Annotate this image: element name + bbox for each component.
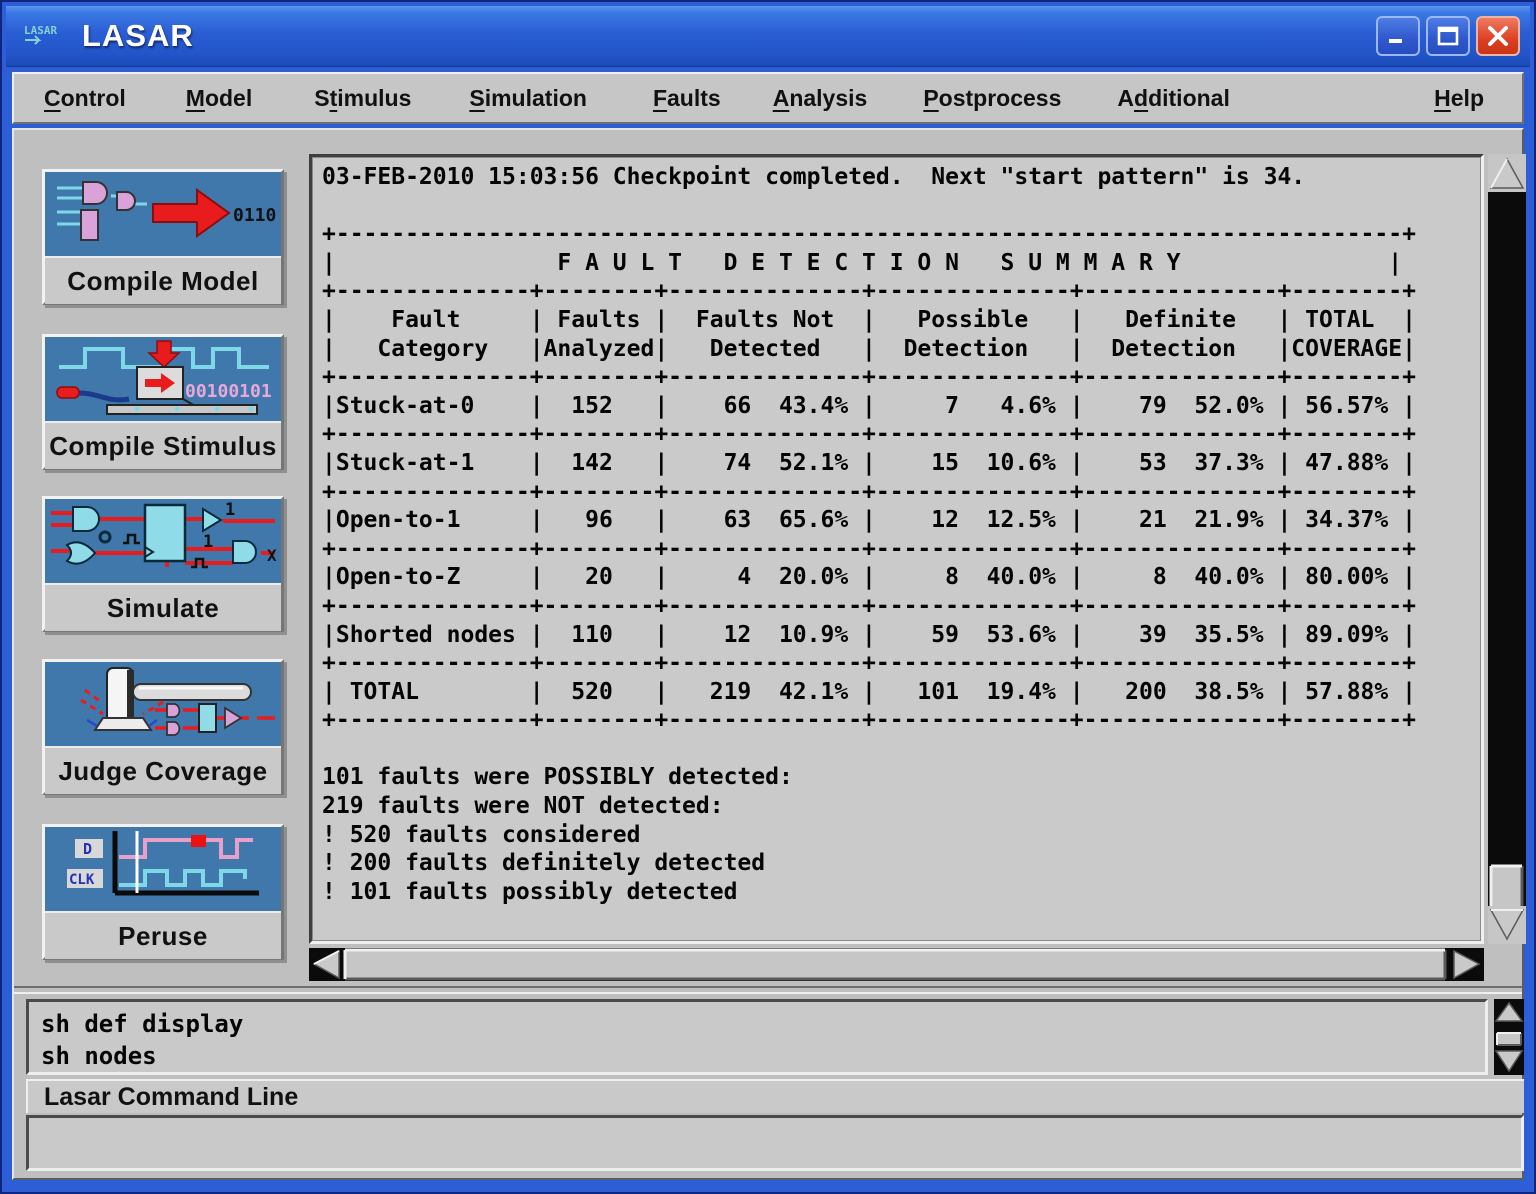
minimize-icon: [1385, 25, 1411, 47]
menu-label-post: nalysis: [789, 85, 867, 111]
menu-label-pre: A: [1117, 85, 1134, 111]
menu-label-key: C: [44, 85, 61, 111]
menu-label-post: ostprocess: [939, 85, 1062, 111]
menu-label-post: imulation: [485, 85, 587, 111]
scroll-thumb: [1497, 1033, 1521, 1045]
menu-control[interactable]: Control: [42, 81, 128, 116]
compile-model-label: Compile Model: [45, 256, 281, 304]
terminal-text: 03-FEB-2010 15:03:56 Checkpoint complete…: [322, 163, 1480, 906]
menu-help[interactable]: Help: [1432, 81, 1486, 116]
menu-label-key: M: [186, 85, 205, 111]
menu-label-key: S: [469, 85, 484, 111]
peruse-icon: D CLK: [45, 827, 281, 911]
close-icon: [1485, 25, 1511, 47]
scroll-thumb: [345, 950, 1445, 979]
console-divider: [14, 986, 1522, 994]
svg-text:X: X: [267, 546, 277, 565]
main-area: 0110 Compile Model 00100101: [12, 128, 1524, 1180]
scroll-thumb: [1491, 866, 1522, 910]
simulate-button[interactable]: 1 1 X Simulate: [42, 496, 284, 632]
menu-label-post: elp: [1451, 85, 1484, 111]
simulate-label: Simulate: [45, 583, 281, 631]
compile-model-button[interactable]: 0110 Compile Model: [42, 169, 284, 305]
lasar-app-icon: LASAR: [20, 16, 76, 56]
menu-label-post: ontrol: [61, 85, 126, 111]
compile-stimulus-button[interactable]: 00100101 Compile Stimulus: [42, 334, 284, 470]
peruse-button[interactable]: D CLK Peruse: [42, 824, 284, 960]
maximize-icon: [1435, 25, 1461, 47]
menu-model[interactable]: Model: [184, 81, 254, 116]
svg-text:CLK: CLK: [69, 872, 95, 888]
menu-label-key: F: [653, 85, 667, 111]
menu-analysis[interactable]: Analysis: [771, 81, 870, 116]
history-scrollbar[interactable]: [1494, 999, 1528, 1075]
svg-text:0110: 0110: [233, 205, 276, 226]
menu-label-pre: S: [314, 85, 329, 111]
menu-label-key: d: [1134, 85, 1148, 111]
terminal-output-panel: 03-FEB-2010 15:03:56 Checkpoint complete…: [309, 154, 1484, 944]
judge-coverage-label: Judge Coverage: [45, 746, 281, 794]
minimize-button[interactable]: [1376, 16, 1420, 56]
simulate-icon: 1 1 X: [45, 499, 281, 583]
menu-simulation[interactable]: Simulation: [467, 81, 589, 116]
titlebar[interactable]: LASAR LASAR: [6, 6, 1530, 67]
compile-stimulus-label: Compile Stimulus: [45, 421, 281, 469]
command-line-input[interactable]: [26, 1115, 1524, 1171]
menu-label-post: odel: [205, 85, 252, 111]
svg-text:00100101: 00100101: [185, 381, 272, 402]
command-history-box: sh def display sh nodes: [26, 999, 1488, 1075]
window-controls: [1376, 16, 1520, 56]
menu-faults[interactable]: Faults: [651, 81, 723, 116]
menu-label-post: imulus: [337, 85, 411, 111]
menubar: Control Model Stimulus Simulation Faults…: [12, 72, 1524, 124]
menu-label-key: A: [773, 85, 790, 111]
svg-text:1: 1: [203, 532, 213, 552]
svg-text:D: D: [83, 840, 92, 858]
compile-model-icon: 0110: [45, 172, 281, 256]
vertical-scrollbar[interactable]: [1488, 154, 1526, 944]
menu-stimulus[interactable]: Stimulus: [312, 81, 413, 116]
app-window: LASAR LASAR Control: [0, 0, 1536, 1194]
menu-label-key: H: [1434, 85, 1451, 111]
judge-coverage-button[interactable]: Judge Coverage: [42, 659, 284, 795]
svg-text:LASAR: LASAR: [24, 24, 57, 37]
menu-postprocess[interactable]: Postprocess: [921, 81, 1063, 116]
menu-label-post: aults: [667, 85, 721, 111]
judge-coverage-icon: [45, 662, 281, 746]
peruse-label: Peruse: [45, 911, 281, 959]
compile-stimulus-icon: 00100101: [45, 337, 281, 421]
command-line-label: Lasar Command Line: [26, 1079, 1524, 1113]
terminal-output-inner: 03-FEB-2010 15:03:56 Checkpoint complete…: [312, 157, 1481, 941]
menu-additional[interactable]: Additional: [1115, 81, 1231, 116]
svg-text:1: 1: [225, 500, 235, 520]
horizontal-scrollbar[interactable]: [309, 948, 1484, 981]
close-button[interactable]: [1476, 16, 1520, 56]
command-history-text: sh def display sh nodes: [29, 1002, 1485, 1072]
menu-label-post: ditional: [1148, 85, 1230, 111]
window-title: LASAR: [82, 18, 194, 54]
menu-label-key: P: [923, 85, 938, 111]
maximize-button[interactable]: [1426, 16, 1470, 56]
